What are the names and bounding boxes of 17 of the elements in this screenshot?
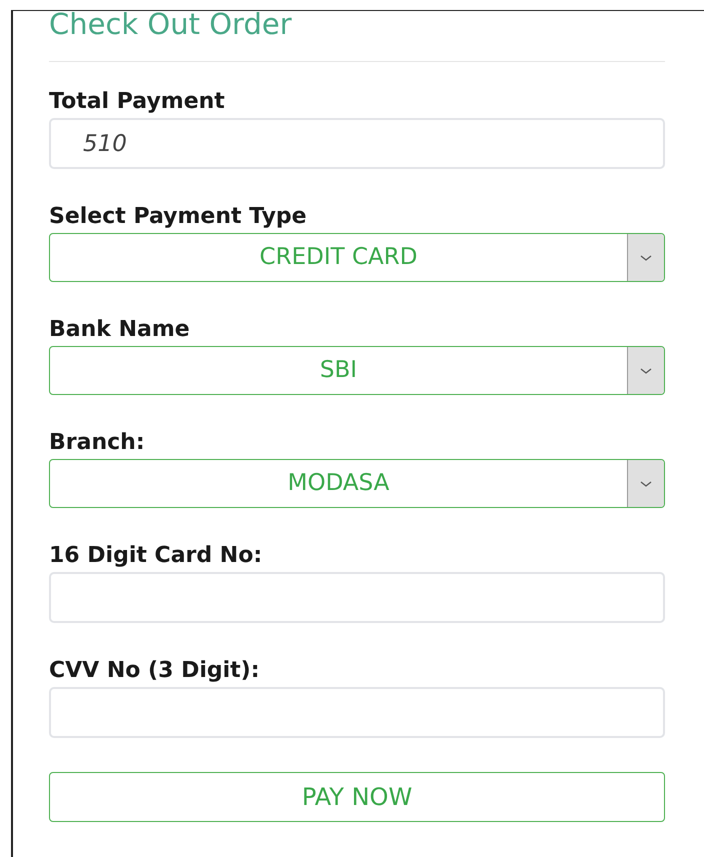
dropdown[interactable]: CREDIT CARD — [49, 233, 665, 282]
input-field[interactable] — [49, 687, 665, 738]
field-label: Branch: — [49, 429, 146, 457]
field-label: Select Payment Type — [49, 203, 308, 231]
chevron-down-icon — [640, 480, 652, 486]
field-label: Total Payment — [49, 88, 226, 116]
chevron-down-icon — [640, 368, 652, 374]
field-label: CVV No (3 Digit): — [49, 657, 261, 685]
pay-now-button[interactable]: PAY NOW — [49, 772, 665, 822]
dropdown[interactable]: SBI — [49, 346, 665, 395]
field-label: 16 Digit Card No: — [49, 542, 264, 570]
input-field[interactable]: 510 — [49, 118, 665, 169]
chevron-down-icon — [640, 254, 652, 260]
page-title: Check Out Order — [49, 9, 293, 41]
field-label: Bank Name — [49, 316, 191, 344]
input-field[interactable] — [49, 572, 665, 623]
dropdown[interactable]: MODASA — [49, 459, 665, 508]
